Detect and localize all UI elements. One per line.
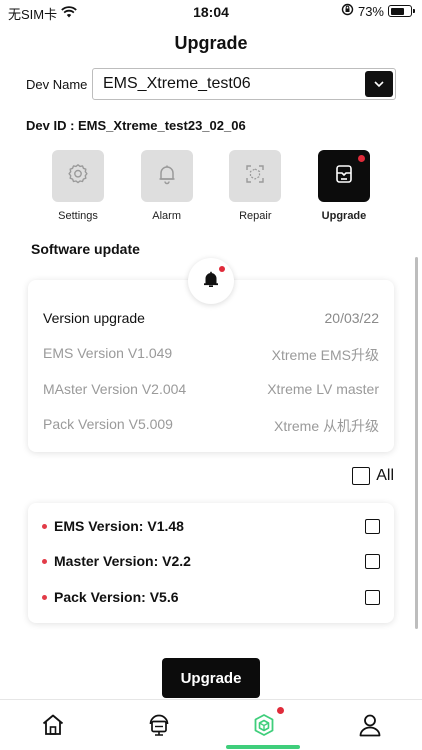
version-label: MAster Version V2.004 [43, 381, 187, 397]
function-tabs: Settings Alarm Repair Upgrade [40, 150, 382, 222]
bottom-nav [0, 699, 422, 750]
repair-icon [243, 162, 267, 191]
version-row: MAster Version V2.004 Xtreme LV master [43, 381, 379, 401]
chevron-down-icon[interactable] [365, 71, 393, 97]
version-upgrade-date: 20/03/22 [324, 310, 380, 326]
version-upgrade-label: Version upgrade [43, 310, 145, 326]
user-icon [357, 712, 383, 743]
nav-upgrade-badge [277, 707, 284, 714]
upgrade-tile[interactable] [317, 150, 370, 202]
version-header-row: Version upgrade 20/03/22 [43, 310, 379, 330]
version-label: Pack Version V5.009 [43, 416, 173, 432]
notification-badge [219, 266, 225, 272]
version-description: Xtreme LV master [267, 381, 379, 397]
nav-profile[interactable] [355, 712, 385, 742]
tab-upgrade[interactable]: Upgrade [306, 150, 382, 222]
upgrade-icon [332, 162, 356, 191]
device-selector-row: Dev Name EMS_Xtreme_test06 [26, 68, 396, 100]
tab-settings[interactable]: Settings [40, 150, 116, 222]
settings-tile[interactable] [52, 150, 104, 202]
version-description: Xtreme EMS升级 [271, 347, 379, 363]
list-item[interactable]: Pack Version: V5.6 [42, 586, 380, 608]
version-description: Xtreme 从机升级 [273, 418, 379, 434]
device-id: Dev ID : EMS_Xtreme_test23_02_06 [26, 118, 246, 133]
nav-device[interactable] [144, 712, 174, 742]
upgrade-item-checkbox[interactable] [365, 589, 380, 605]
version-label: EMS Version V1.049 [43, 345, 173, 361]
upgrade-list-card: EMS Version: V1.48 Master Version: V2.2 … [28, 503, 394, 623]
upgrade-item-label: Master Version: V2.2 [54, 553, 191, 569]
list-item[interactable]: EMS Version: V1.48 [42, 515, 380, 537]
bullet-dot [42, 594, 47, 600]
tab-repair-label: Repair [239, 210, 272, 222]
software-update-title: Software update [31, 241, 140, 257]
tab-upgrade-label: Upgrade [321, 210, 367, 222]
upgrade-item-label: Pack Version: V5.6 [54, 589, 179, 605]
upgrade-item-label: EMS Version: V1.48 [54, 518, 184, 534]
repair-tile[interactable] [229, 150, 282, 202]
select-all-label: All [376, 467, 394, 484]
device-icon [146, 712, 172, 743]
battery-percent: 73% [357, 3, 384, 19]
device-dropdown-value: EMS_Xtreme_test06 [103, 75, 251, 92]
nav-home[interactable] [38, 712, 68, 742]
status-bar: 无SIM卡 18:04 73% [0, 0, 422, 24]
active-tab-indicator [226, 745, 300, 749]
dev-name-label: Dev Name [26, 76, 88, 92]
tab-repair[interactable]: Repair [217, 150, 293, 222]
device-dropdown[interactable]: EMS_Xtreme_test06 [92, 68, 396, 100]
bullet-dot [42, 558, 47, 564]
notification-bell-button[interactable] [188, 258, 234, 304]
scrollbar[interactable] [415, 257, 418, 629]
select-all-toggle[interactable]: All [352, 467, 394, 485]
version-row: EMS Version V1.049 Xtreme EMS升级 [43, 345, 379, 365]
select-all-checkbox[interactable] [352, 467, 371, 485]
upgrade-badge [357, 155, 365, 162]
version-row: Pack Version V5.009 Xtreme 从机升级 [43, 416, 379, 436]
upgrade-button[interactable]: Upgrade [162, 658, 260, 698]
bell-icon [155, 162, 179, 191]
orientation-lock-icon [341, 3, 354, 19]
bullet-dot [42, 523, 47, 529]
tab-alarm[interactable]: Alarm [129, 150, 205, 222]
alarm-tile[interactable] [140, 150, 193, 202]
nav-upgrade[interactable] [249, 707, 284, 743]
page-title: Upgrade [174, 33, 248, 53]
home-icon [40, 712, 66, 743]
gear-icon [66, 162, 90, 191]
tab-settings-label: Settings [58, 210, 98, 222]
upgrade-nav-icon [251, 712, 277, 743]
upgrade-item-checkbox[interactable] [365, 553, 380, 569]
upgrade-item-checkbox[interactable] [365, 518, 380, 534]
list-item[interactable]: Master Version: V2.2 [42, 550, 380, 572]
battery-icon [388, 5, 415, 17]
version-card: Version upgrade 20/03/22 EMS Version V1.… [28, 280, 394, 452]
bell-icon [201, 269, 221, 294]
tab-alarm-label: Alarm [152, 210, 182, 222]
